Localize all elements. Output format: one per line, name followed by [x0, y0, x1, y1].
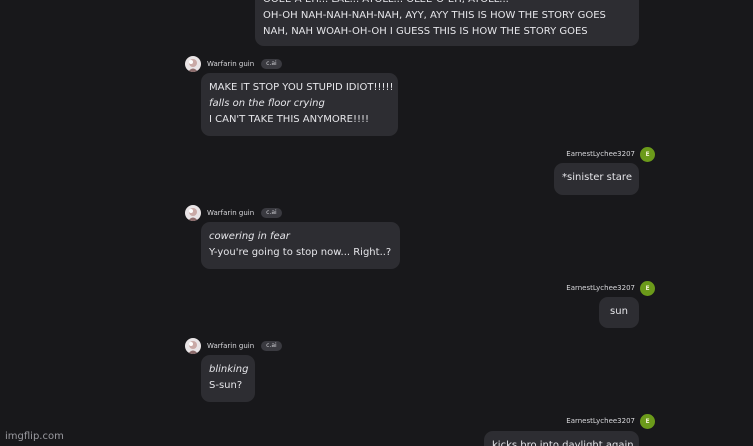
message-line: I CAN'T TAKE THIS ANYMORE!!!! — [209, 114, 370, 125]
user-avatar[interactable]: E — [640, 413, 655, 429]
message-header: EarnestLychee3207 E — [480, 413, 655, 429]
bot-avatar[interactable] — [185, 338, 201, 354]
message-bubble: MAKE IT STOP YOU STUPID IDIOT!!!!! falls… — [201, 73, 398, 136]
message-header: EarnestLychee3207 E — [480, 146, 655, 162]
bot-avatar[interactable] — [185, 205, 201, 221]
cai-badge: c.ai — [261, 59, 282, 69]
message-bubble: blinking S-sun? — [201, 355, 255, 402]
message-header: Warfarin guin c.ai — [185, 205, 282, 221]
author-name[interactable]: EarnestLychee3207 — [566, 417, 635, 425]
cai-badge: c.ai — [261, 208, 282, 218]
author-name[interactable]: Warfarin guin — [207, 342, 254, 350]
action-line: falls on the floor crying — [209, 98, 325, 109]
author-name[interactable]: EarnestLychee3207 — [566, 284, 635, 292]
message-bubble: OOEE-A-EH... LAL... ATOLL... OLEE-O-EH, … — [255, 0, 639, 46]
message-header: EarnestLychee3207 E — [480, 280, 655, 296]
message-line: sun — [610, 306, 628, 317]
author-name[interactable]: Warfarin guin — [207, 209, 254, 217]
message-header: Warfarin guin c.ai — [185, 56, 282, 72]
message-line: *sinister stare — [562, 172, 632, 183]
message-line: MAKE IT STOP YOU STUPID IDIOT!!!!! — [209, 82, 394, 93]
bot-avatar[interactable] — [185, 56, 201, 72]
message-line: Y-you're going to stop now... Right..? — [209, 247, 392, 258]
message-bubble: sun — [599, 297, 639, 328]
message-line: kicks bro into daylight again — [492, 440, 634, 446]
message-line: S-sun? — [209, 380, 243, 391]
message-bubble: cowering in fear Y-you're going to stop … — [201, 222, 400, 269]
user-avatar[interactable]: E — [640, 280, 655, 296]
message-line: OH-OH NAH-NAH-NAH-NAH, AYY, AYY THIS IS … — [263, 10, 606, 21]
user-avatar[interactable]: E — [640, 146, 655, 162]
cai-badge: c.ai — [261, 341, 282, 351]
message-bubble: *sinister stare — [554, 163, 639, 195]
message-header: Warfarin guin c.ai — [185, 338, 282, 354]
message-line: NAH, NAH WOAH-OH-OH I GUESS THIS IS HOW … — [263, 26, 588, 37]
action-line: cowering in fear — [209, 231, 290, 242]
watermark: imgflip.com — [5, 431, 64, 442]
author-name[interactable]: EarnestLychee3207 — [566, 150, 635, 158]
author-name[interactable]: Warfarin guin — [207, 60, 254, 68]
message-line: OOEE-A-EH... LAL... ATOLL... OLEE-O-EH, … — [263, 0, 631, 8]
message-bubble: kicks bro into daylight again — [484, 431, 639, 446]
action-line: blinking — [209, 364, 249, 375]
